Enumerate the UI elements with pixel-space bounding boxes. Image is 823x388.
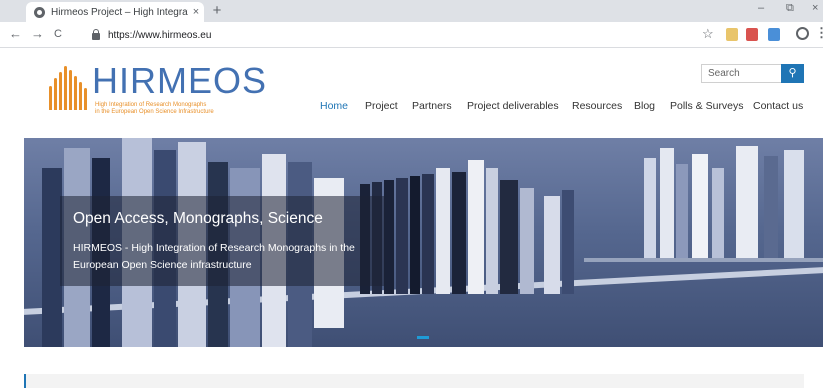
- url-text: https://www.hirmeos.eu: [108, 29, 212, 41]
- slider-indicator[interactable]: [417, 336, 429, 339]
- nav-item-project[interactable]: Project: [365, 100, 398, 112]
- reload-button[interactable]: C: [54, 28, 62, 40]
- nav-item-home[interactable]: Home: [320, 100, 348, 112]
- nav-item-resources[interactable]: Resources: [572, 100, 622, 112]
- hero-caption: Open Access, Monographs, Science HIRMEOS…: [60, 196, 385, 286]
- browser-tab[interactable]: Hirmeos Project – High Integratio ×: [26, 2, 204, 22]
- search-icon: ⚲: [788, 67, 797, 79]
- browser-tab-strip: Hirmeos Project – High Integratio × + – …: [0, 0, 823, 22]
- back-button[interactable]: ←: [9, 26, 22, 41]
- nav-item-project-deliverables[interactable]: Project deliverables: [467, 100, 559, 112]
- address-bar[interactable]: https://www.hirmeos.eu: [92, 25, 692, 45]
- minimize-icon[interactable]: –: [758, 2, 764, 14]
- hero-description: HIRMEOS - High Integration of Research M…: [73, 242, 355, 271]
- main-navigation: Home Project Partners Project deliverabl…: [0, 100, 823, 114]
- globe-icon: [34, 6, 45, 18]
- tab-close-icon[interactable]: ×: [188, 6, 204, 18]
- window-close-icon[interactable]: ×: [812, 2, 818, 14]
- pocket-icon[interactable]: [746, 28, 758, 41]
- nav-item-contact-us[interactable]: Contact us: [753, 100, 803, 112]
- browser-toolbar: ← → C https://www.hirmeos.eu ☆ ⋮: [0, 22, 823, 48]
- website: HIRMEOS High Integration of Research Mon…: [0, 49, 823, 388]
- restore-icon[interactable]: ⧉: [786, 2, 794, 15]
- logo-wordmark: HIRMEOS: [92, 60, 268, 101]
- tab-title: Hirmeos Project – High Integratio: [51, 6, 188, 18]
- star-icon[interactable]: ☆: [702, 26, 714, 42]
- menu-icon[interactable]: ⋮: [815, 25, 823, 41]
- site-search: ⚲: [701, 64, 804, 83]
- content-section-bar: [24, 374, 804, 388]
- new-tab-button[interactable]: +: [208, 3, 226, 19]
- hero-slider[interactable]: Open Access, Monographs, Science HIRMEOS…: [24, 138, 823, 347]
- nav-item-blog[interactable]: Blog: [634, 100, 655, 112]
- extension-icon[interactable]: [726, 28, 738, 41]
- hero-title: Open Access, Monographs, Science: [73, 210, 323, 227]
- search-button[interactable]: ⚲: [781, 64, 804, 83]
- profile-icon[interactable]: [796, 27, 809, 40]
- extension-badge-icon[interactable]: [768, 28, 780, 41]
- lock-icon: [92, 29, 100, 40]
- search-input[interactable]: [701, 64, 781, 83]
- nav-item-partners[interactable]: Partners: [412, 100, 452, 112]
- nav-item-polls-surveys[interactable]: Polls & Surveys: [670, 100, 744, 112]
- forward-button[interactable]: →: [31, 26, 44, 41]
